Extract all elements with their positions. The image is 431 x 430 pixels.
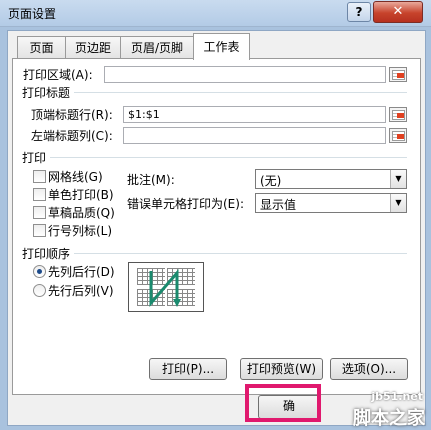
help-button[interactable]: ? [347,2,371,22]
cell-errors-label: 错误单元格打印为(E): [127,197,244,211]
title-rows-ref-button[interactable] [389,107,407,122]
comments-label: 批注(M): [127,173,175,187]
ok-highlight-box [245,384,321,422]
title-rows-label: 顶端标题行(R): [31,108,113,122]
gridlines-checkbox[interactable] [33,170,46,183]
divider [74,253,407,254]
down-then-over-radio[interactable] [33,265,46,278]
cell-errors-select[interactable]: 显示值 ▼ [255,193,407,213]
draft-quality-checkbox[interactable] [33,206,46,219]
divider [50,157,407,158]
watermark-brand: 脚本之家 [353,408,425,429]
title-cols-input[interactable] [123,127,386,144]
print-area-input[interactable] [104,66,386,83]
print-preview-button[interactable]: 打印预览(W) [240,358,323,380]
close-button[interactable]: ✕ [373,1,423,23]
row-col-headings-checkbox[interactable] [33,224,46,237]
row-col-headings-label: 行号列标(L) [48,224,113,238]
title-cols-label: 左端标题列(C): [31,129,113,143]
over-then-down-radio[interactable] [33,284,46,297]
print-area-ref-button[interactable] [389,67,407,82]
title-rows-input[interactable]: $1:$1 [123,106,386,123]
page-order-heading: 打印顺序 [22,247,71,261]
options-button[interactable]: 选项(O)... [330,358,408,380]
down-then-over-label: 先列后行(D) [48,265,115,279]
title-cols-ref-button[interactable] [389,128,407,143]
over-then-down-label: 先行后列(V) [48,284,114,298]
tab-margins[interactable]: 页边距 [65,36,121,59]
print-area-label: 打印区域(A): [23,68,93,82]
black-white-checkbox[interactable] [33,188,46,201]
window-title: 页面设置 [8,7,57,21]
chevron-down-icon[interactable]: ▼ [390,194,406,212]
page-order-preview [128,262,204,312]
divider [74,92,407,93]
tab-header-footer[interactable]: 页眉/页脚 [120,36,194,59]
draft-quality-label: 草稿品质(Q) [48,206,115,220]
tab-sheet[interactable]: 工作表 [193,33,250,60]
tab-page[interactable]: 页面 [17,36,66,59]
print-button[interactable]: 打印(P)... [149,358,227,380]
gridlines-label: 网格线(G) [48,170,103,184]
watermark-site: jb51.net [371,390,423,403]
page-order-arrow-icon [149,268,181,308]
print-titles-heading: 打印标题 [22,86,71,100]
chevron-down-icon[interactable]: ▼ [390,170,406,188]
print-heading: 打印 [22,151,47,165]
black-white-label: 单色打印(B) [48,188,114,202]
comments-select[interactable]: (无) ▼ [255,169,407,189]
